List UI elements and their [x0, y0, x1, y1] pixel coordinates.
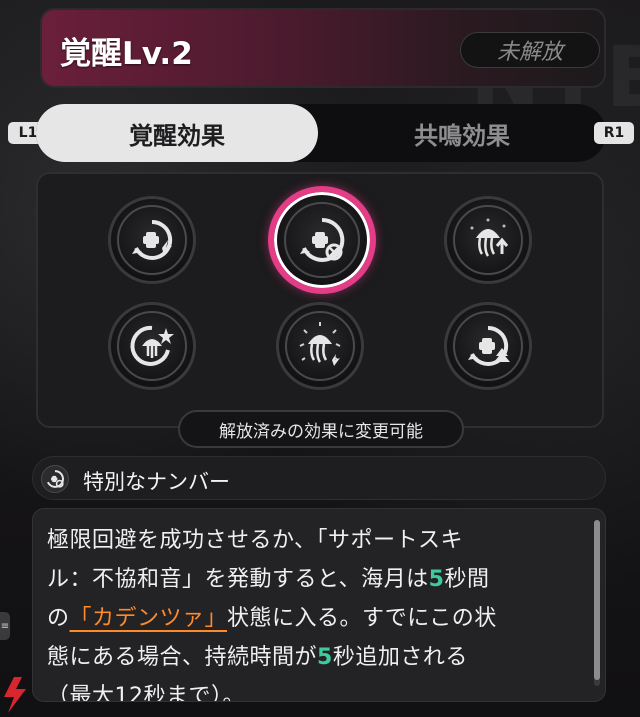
effect-description[interactable]: 極限回避を成功させるか、「サポートスキ ル：不協和音」を発動すると、海月は5秒間… [32, 508, 606, 702]
effect-slot-6[interactable] [444, 302, 532, 390]
description-text: 態にある場合、持続時間が [47, 645, 318, 670]
tab-bar: 覚醒効果 共鳴効果 [36, 104, 606, 162]
description-line: の「カデンツァ」状態に入る。すでにこの状 [47, 599, 581, 638]
description-line: （最大12秒まで）。 [47, 677, 581, 702]
effect-slot-1[interactable] [108, 196, 196, 284]
scrollbar-thumb[interactable] [594, 520, 600, 680]
page-title: 覚醒Lv.2 [60, 36, 193, 72]
awakening-header: 覚醒Lv.2 未解放 [40, 8, 606, 88]
cadenza-term-link[interactable]: 「カデンツァ」 [70, 606, 228, 631]
shuriken-cross-icon [47, 470, 64, 488]
lightning-logo-icon [4, 677, 26, 713]
description-line: 極限回避を成功させるか、「サポートスキ [47, 521, 581, 560]
shuriken-flame-icon [132, 219, 173, 260]
description-text: 状態に入る。すでにこの状 [227, 606, 497, 631]
shuriken-tree-icon [468, 325, 510, 366]
side-menu-handle[interactable]: ≡ [0, 612, 10, 640]
description-text: 極限回避を成功させるか、「サポートスキ [47, 528, 464, 553]
description-line: ル：不協和音」を発動すると、海月は5秒間 [47, 560, 581, 599]
r1-key-hint[interactable]: R1 [594, 122, 634, 144]
description-text: の [47, 606, 70, 631]
selected-effect-bar: 特別なナンバー [32, 456, 606, 500]
extend-value: 5 [317, 645, 333, 670]
selected-effect-icon [41, 465, 69, 493]
tab-awakening-effects[interactable]: 覚醒効果 [36, 104, 318, 162]
description-text: （最大12秒まで）。 [47, 684, 245, 702]
effect-slot-4[interactable] [108, 302, 196, 390]
description-text: 秒間 [444, 567, 490, 592]
tab-resonance-effects[interactable]: 共鳴効果 [318, 104, 606, 162]
selected-effect-name: 特別なナンバー [83, 470, 230, 494]
shuriken-cross-icon [300, 217, 345, 262]
jellyfish-swirl-icon [130, 325, 174, 366]
duration-value: 5 [428, 567, 445, 592]
description-scrollbar[interactable] [594, 520, 600, 686]
effect-slot-2-selected[interactable] [268, 186, 376, 294]
description-text: 秒追加される [332, 645, 468, 670]
status-badge: 未解放 [460, 32, 600, 68]
jellyfish-burst-icon [299, 322, 341, 366]
effect-slot-5[interactable] [276, 302, 364, 390]
jellyfish-arrow-icon [470, 218, 509, 257]
effect-slot-3[interactable] [444, 196, 532, 284]
description-text: ル：不協和音」を発動すると、海月は [47, 567, 429, 592]
description-line: 態にある場合、持続時間が5秒追加される [47, 638, 581, 677]
effect-grid-panel [36, 172, 604, 428]
change-hint: 解放済みの効果に変更可能 [178, 410, 464, 448]
